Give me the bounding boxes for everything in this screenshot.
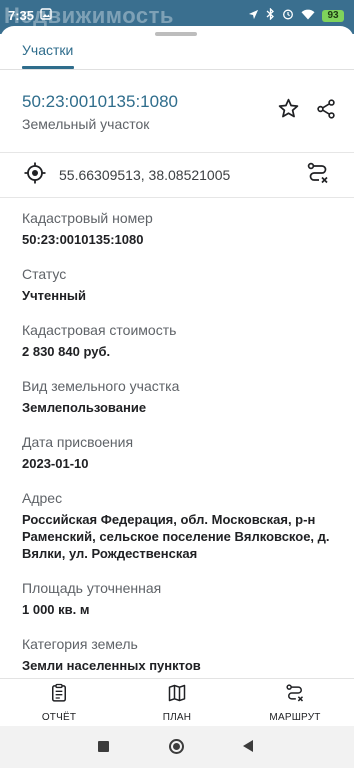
property-area: Площадь уточненная 1 000 кв. м	[22, 579, 342, 618]
coordinates-text[interactable]: 55.66309513, 38.08521005	[59, 167, 230, 183]
cadastral-number-title: 50:23:0010135:1080	[22, 92, 178, 111]
property-status: Статус Учтенный	[22, 265, 342, 304]
report-label: ОТЧЁТ	[41, 711, 77, 723]
property-list: Кадастровый номер 50:23:0010135:1080 Ста…	[22, 209, 342, 691]
tab-parcels[interactable]: Участки	[22, 42, 73, 58]
route-label: МАРШРУТ	[269, 711, 321, 723]
property-label: Дата присвоения	[22, 434, 134, 450]
star-icon	[277, 97, 300, 125]
location-icon	[248, 9, 259, 23]
share-icon	[315, 98, 337, 125]
route-icon	[285, 683, 305, 708]
route-icon	[306, 161, 330, 190]
tab-divider	[0, 69, 354, 70]
property-label: Кадастровая стоимость	[22, 322, 177, 338]
property-label: Адрес	[22, 490, 63, 506]
property-cadastral-value: Кадастровая стоимость 2 830 840 руб.	[22, 321, 342, 360]
map-icon	[167, 683, 187, 708]
bottom-action-bar: ОТЧЁТ ПЛАН МАРШРУТ	[0, 678, 354, 726]
property-value: Российская Федерация, обл. Московская, р…	[22, 512, 330, 561]
property-label: Статус	[22, 266, 67, 282]
plan-label: ПЛАН	[162, 711, 192, 723]
drag-handle[interactable]	[155, 32, 197, 36]
favorite-button[interactable]	[275, 98, 301, 124]
report-icon	[49, 683, 69, 708]
divider	[0, 152, 354, 153]
bluetooth-icon	[266, 7, 275, 23]
system-navigation-bar	[0, 726, 354, 768]
property-assignment-date: Дата присвоения 2023-01-10	[22, 433, 342, 472]
coordinates-row: 55.66309513, 38.08521005	[0, 158, 354, 192]
property-value: Землепользование	[22, 400, 147, 415]
property-cadastral-number: Кадастровый номер 50:23:0010135:1080	[22, 209, 342, 248]
alarm-off-icon	[282, 8, 294, 23]
plan-button[interactable]: ПЛАН	[118, 679, 236, 726]
route-bottom-button[interactable]: МАРШРУТ	[236, 679, 354, 726]
status-right: 93	[248, 7, 344, 23]
property-address: Адрес Российская Федерация, обл. Московс…	[22, 489, 342, 562]
report-button[interactable]: ОТЧЁТ	[0, 679, 118, 726]
crosshair-icon	[23, 161, 47, 190]
locate-button[interactable]	[22, 162, 48, 188]
property-value: 2 830 840 руб.	[22, 344, 111, 359]
gallery-notification-icon	[40, 8, 52, 23]
property-label: Кадастровый номер	[22, 210, 153, 226]
home-icon[interactable]	[169, 739, 184, 754]
property-land-category: Категория земель Земли населенных пункто…	[22, 635, 342, 674]
status-left: 7:35	[8, 8, 52, 23]
property-label: Площадь уточненная	[22, 580, 162, 596]
property-value: Учтенный	[22, 288, 87, 303]
wifi-icon	[301, 9, 315, 23]
property-label: Категория земель	[22, 636, 138, 652]
property-value: Земли населенных пунктов	[22, 658, 201, 673]
property-parcel-kind: Вид земельного участка Землепользование	[22, 377, 342, 416]
property-value: 2023-01-10	[22, 456, 89, 471]
share-button[interactable]	[313, 98, 339, 124]
back-icon[interactable]	[243, 740, 253, 752]
property-value: 50:23:0010135:1080	[22, 232, 144, 247]
status-time: 7:35	[8, 8, 35, 23]
route-button[interactable]	[305, 162, 331, 188]
recents-icon[interactable]	[98, 741, 109, 752]
property-label: Вид земельного участка	[22, 378, 180, 394]
property-value: 1 000 кв. м	[22, 602, 90, 617]
object-type: Земельный участок	[22, 116, 150, 132]
parcel-details-sheet: Участки 50:23:0010135:1080 Земельный уча…	[0, 26, 354, 678]
battery-indicator: 93	[322, 9, 344, 22]
divider	[0, 197, 354, 198]
